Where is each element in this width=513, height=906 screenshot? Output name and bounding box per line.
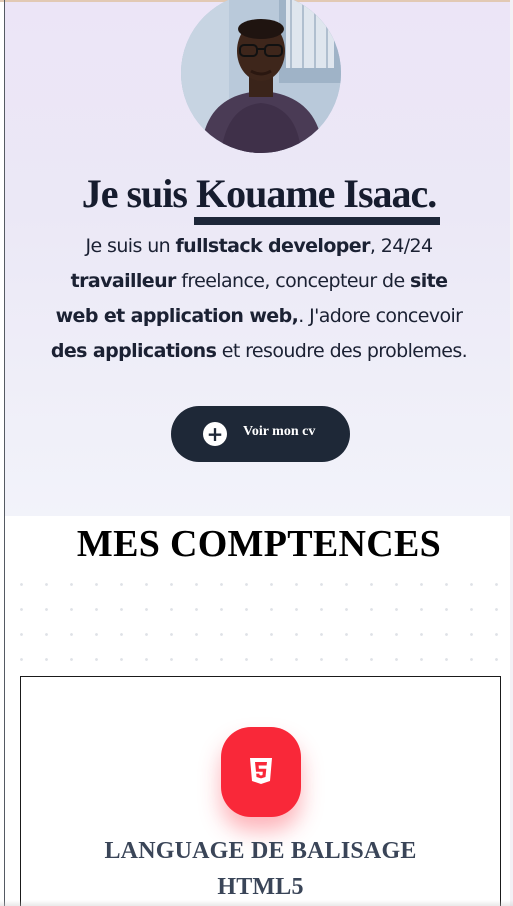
hero-description-highlight: fullstack developer — [175, 235, 371, 257]
plus-icon: + — [203, 422, 227, 446]
skill-card-html5: LANGUAGE DE BALISAGE HTML5 — [20, 676, 501, 906]
hero-section: Je suis Kouame Isaac. Je suis un fullsta… — [5, 0, 513, 516]
skill-card-title: LANGUAGE DE BALISAGE HTML5 — [21, 833, 500, 905]
hero-description-text: Je suis un — [85, 235, 176, 257]
hero-description: Je suis un fullstack developer, 24/24 tr… — [49, 229, 469, 369]
profile-avatar — [181, 0, 341, 153]
dot-grid-decoration — [5, 568, 513, 668]
view-cv-button[interactable]: + Voir mon cv — [171, 406, 350, 462]
hero-title: Je suis Kouame Isaac. — [5, 170, 513, 225]
hero-description-text: et resoudre des problemes. — [216, 340, 468, 362]
view-cv-label: Voir mon cv — [243, 424, 316, 439]
hero-description-highlight: des applications — [50, 340, 217, 362]
hero-title-prefix: Je suis — [81, 171, 196, 216]
html5-icon — [221, 727, 301, 817]
skills-title: MES COMPTENCES — [76, 523, 442, 565]
hero-title-name: Kouame Isaac. — [193, 171, 441, 225]
bottom-fade — [0, 900, 513, 906]
hero-description-highlight: travailleur — [70, 270, 177, 292]
hero-description-text: , 24/24 — [369, 235, 433, 257]
window-left-border — [4, 0, 5, 906]
skill-category: LANGUAGE DE BALISAGE — [104, 838, 417, 864]
hero-description-text: freelance, concepteur de — [175, 270, 411, 292]
hero-description-text: . J'adore concevoir — [298, 305, 463, 327]
